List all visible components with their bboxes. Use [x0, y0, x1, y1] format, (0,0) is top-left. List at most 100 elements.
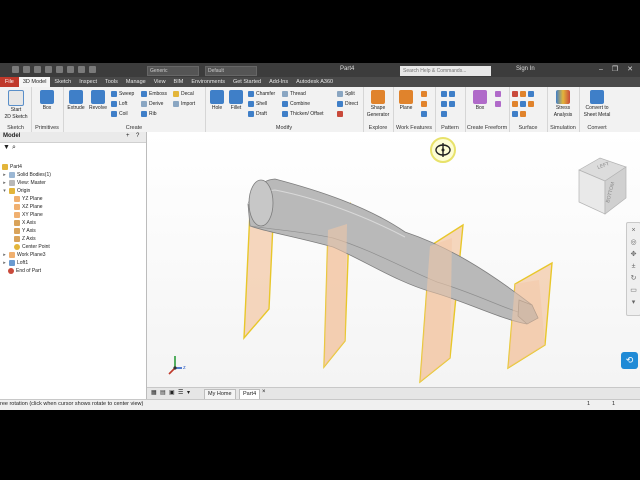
expand-icon[interactable]: ▸: [2, 260, 7, 266]
import-button[interactable]: Import: [173, 100, 195, 108]
freeform-cylinder-button[interactable]: [495, 100, 501, 108]
tree-item-xy-plane[interactable]: XY Plane: [14, 211, 43, 219]
tab-manage[interactable]: Manage: [122, 77, 150, 87]
update-icon[interactable]: [89, 66, 96, 73]
extrude-button[interactable]: Extrude: [65, 90, 87, 111]
tree-item-origin[interactable]: ▾ Origin: [2, 187, 30, 195]
tree-item-z-axis[interactable]: Z Axis: [14, 235, 36, 243]
tab-inspect[interactable]: Inspect: [75, 77, 101, 87]
loft-end-face[interactable]: [248, 179, 274, 227]
thicken-offset-button[interactable]: Thicken/ Offset: [282, 110, 324, 118]
find-icon[interactable]: ⌕: [12, 144, 16, 152]
undo-icon[interactable]: [56, 66, 63, 73]
freeform-sphere-button[interactable]: [495, 90, 501, 98]
loft-body[interactable]: [247, 178, 539, 325]
tree-item-solid-bodies[interactable]: ▸ Solid Bodies(1): [2, 171, 51, 179]
decal-button[interactable]: Decal: [173, 90, 194, 98]
surface-row-1[interactable]: [512, 90, 534, 98]
coil-button[interactable]: Coil: [111, 110, 128, 118]
tab-bim[interactable]: BIM: [170, 77, 188, 87]
navbar-menu-icon[interactable]: ▾: [629, 298, 638, 307]
expand-icon[interactable]: ▸: [2, 252, 7, 258]
zoom-icon[interactable]: ±: [629, 262, 638, 271]
tab-tools[interactable]: Tools: [101, 77, 122, 87]
tree-item-loft1[interactable]: ▸ Loft1: [2, 259, 28, 267]
open-documents-icon[interactable]: ☰: [178, 389, 183, 396]
convert-sheet-metal-button[interactable]: Convert to Sheet Metal: [583, 90, 611, 118]
help-icon[interactable]: ?: [136, 133, 139, 139]
draft-button[interactable]: Draft: [248, 110, 267, 118]
rib-button[interactable]: Rib: [141, 110, 157, 118]
sweep-button[interactable]: Sweep: [111, 90, 134, 98]
minimize-button[interactable]: –: [596, 65, 606, 74]
expand-icon[interactable]: ▸: [2, 172, 7, 178]
tree-item-work-plane3[interactable]: ▸ Work Plane3: [2, 251, 46, 259]
box-primitive-button[interactable]: Box: [36, 90, 58, 111]
derive-button[interactable]: Derive: [141, 100, 163, 108]
shell-button[interactable]: Shell: [248, 100, 267, 108]
extend-icon[interactable]: [520, 101, 526, 107]
rectangular-pattern-button[interactable]: [441, 90, 455, 98]
surface-row-2[interactable]: [512, 100, 534, 108]
model-canvas[interactable]: LEFT BOTTOM z: [147, 132, 640, 387]
tree-item-view-master[interactable]: ▸ View: Master: [2, 179, 46, 187]
tab-get-started[interactable]: Get Started: [229, 77, 265, 87]
sketch-pattern-button[interactable]: [441, 100, 455, 108]
tree-item-yz-plane[interactable]: YZ Plane: [14, 195, 43, 203]
stitch-icon[interactable]: [512, 91, 518, 97]
steering-wheel-icon[interactable]: ◎: [629, 238, 638, 247]
add-panel-icon[interactable]: +: [126, 133, 130, 139]
save-icon[interactable]: [45, 66, 52, 73]
look-at-icon[interactable]: ▭: [629, 286, 638, 295]
new-icon[interactable]: [23, 66, 30, 73]
tree-item-center-point[interactable]: Center Point: [14, 243, 50, 251]
revolve-button[interactable]: Revolve: [87, 90, 109, 111]
tab-sketch[interactable]: Sketch: [50, 77, 75, 87]
home-icon[interactable]: [78, 66, 85, 73]
document-list-icon[interactable]: ▾: [187, 389, 190, 396]
close-navbar-icon[interactable]: ×: [629, 226, 638, 235]
delete-face-button[interactable]: [337, 110, 343, 118]
start-2d-sketch-button[interactable]: Start 2D Sketch: [3, 90, 29, 120]
viewcube[interactable]: LEFT BOTTOM: [578, 157, 627, 215]
tab-file[interactable]: File: [0, 77, 19, 87]
arrange-windows-icon[interactable]: ▣: [169, 389, 175, 396]
shape-generator-button[interactable]: Shape Generator: [366, 90, 390, 118]
sign-in-link[interactable]: Sign In: [516, 66, 535, 72]
stress-analysis-button[interactable]: Stress Analysis: [551, 90, 575, 118]
redo-icon[interactable]: [67, 66, 74, 73]
loft-button[interactable]: Loft: [111, 100, 127, 108]
material-dropdown[interactable]: Generic: [147, 66, 199, 76]
freeform-box-button[interactable]: Box: [469, 90, 491, 111]
filter-icon[interactable]: ▼: [3, 144, 10, 151]
combine-button[interactable]: Combine: [282, 100, 310, 108]
pan-icon[interactable]: ✥: [629, 250, 638, 259]
boundary-patch-icon[interactable]: [512, 111, 518, 117]
circular-pattern-icon[interactable]: [449, 91, 455, 97]
emboss-button[interactable]: Emboss: [141, 90, 167, 98]
replace-face-icon[interactable]: [528, 101, 534, 107]
tree-item-xz-plane[interactable]: XZ Plane: [14, 203, 43, 211]
expand-icon[interactable]: ▸: [2, 180, 7, 186]
cascade-windows-icon[interactable]: ▤: [160, 389, 166, 396]
surface-row-3[interactable]: [512, 110, 526, 118]
search-input[interactable]: [400, 66, 491, 76]
tab-autodesk-a360[interactable]: Autodesk A360: [292, 77, 337, 87]
chamfer-button[interactable]: Chamfer: [248, 90, 275, 98]
thread-button[interactable]: Thread: [282, 90, 306, 98]
ruled-surface-icon[interactable]: [520, 111, 526, 117]
share-icon[interactable]: ⟲: [621, 352, 638, 369]
tree-item-x-axis[interactable]: X Axis: [14, 219, 36, 227]
restore-button[interactable]: ❐: [610, 65, 620, 74]
orbit-icon[interactable]: ↻: [629, 274, 638, 283]
appearance-dropdown[interactable]: Default: [205, 66, 257, 76]
direct-button[interactable]: Direct: [337, 100, 358, 108]
close-tab-icon[interactable]: ×: [262, 389, 266, 395]
inventor-logo-icon[interactable]: [12, 66, 19, 73]
tab-add-ins[interactable]: Add-Ins: [265, 77, 292, 87]
trim-icon[interactable]: [512, 101, 518, 107]
split-button[interactable]: Split: [337, 90, 355, 98]
sculpt-icon[interactable]: [528, 91, 534, 97]
tree-item-part4[interactable]: Part4: [2, 163, 22, 171]
fillet-button[interactable]: Fillet: [225, 90, 247, 111]
